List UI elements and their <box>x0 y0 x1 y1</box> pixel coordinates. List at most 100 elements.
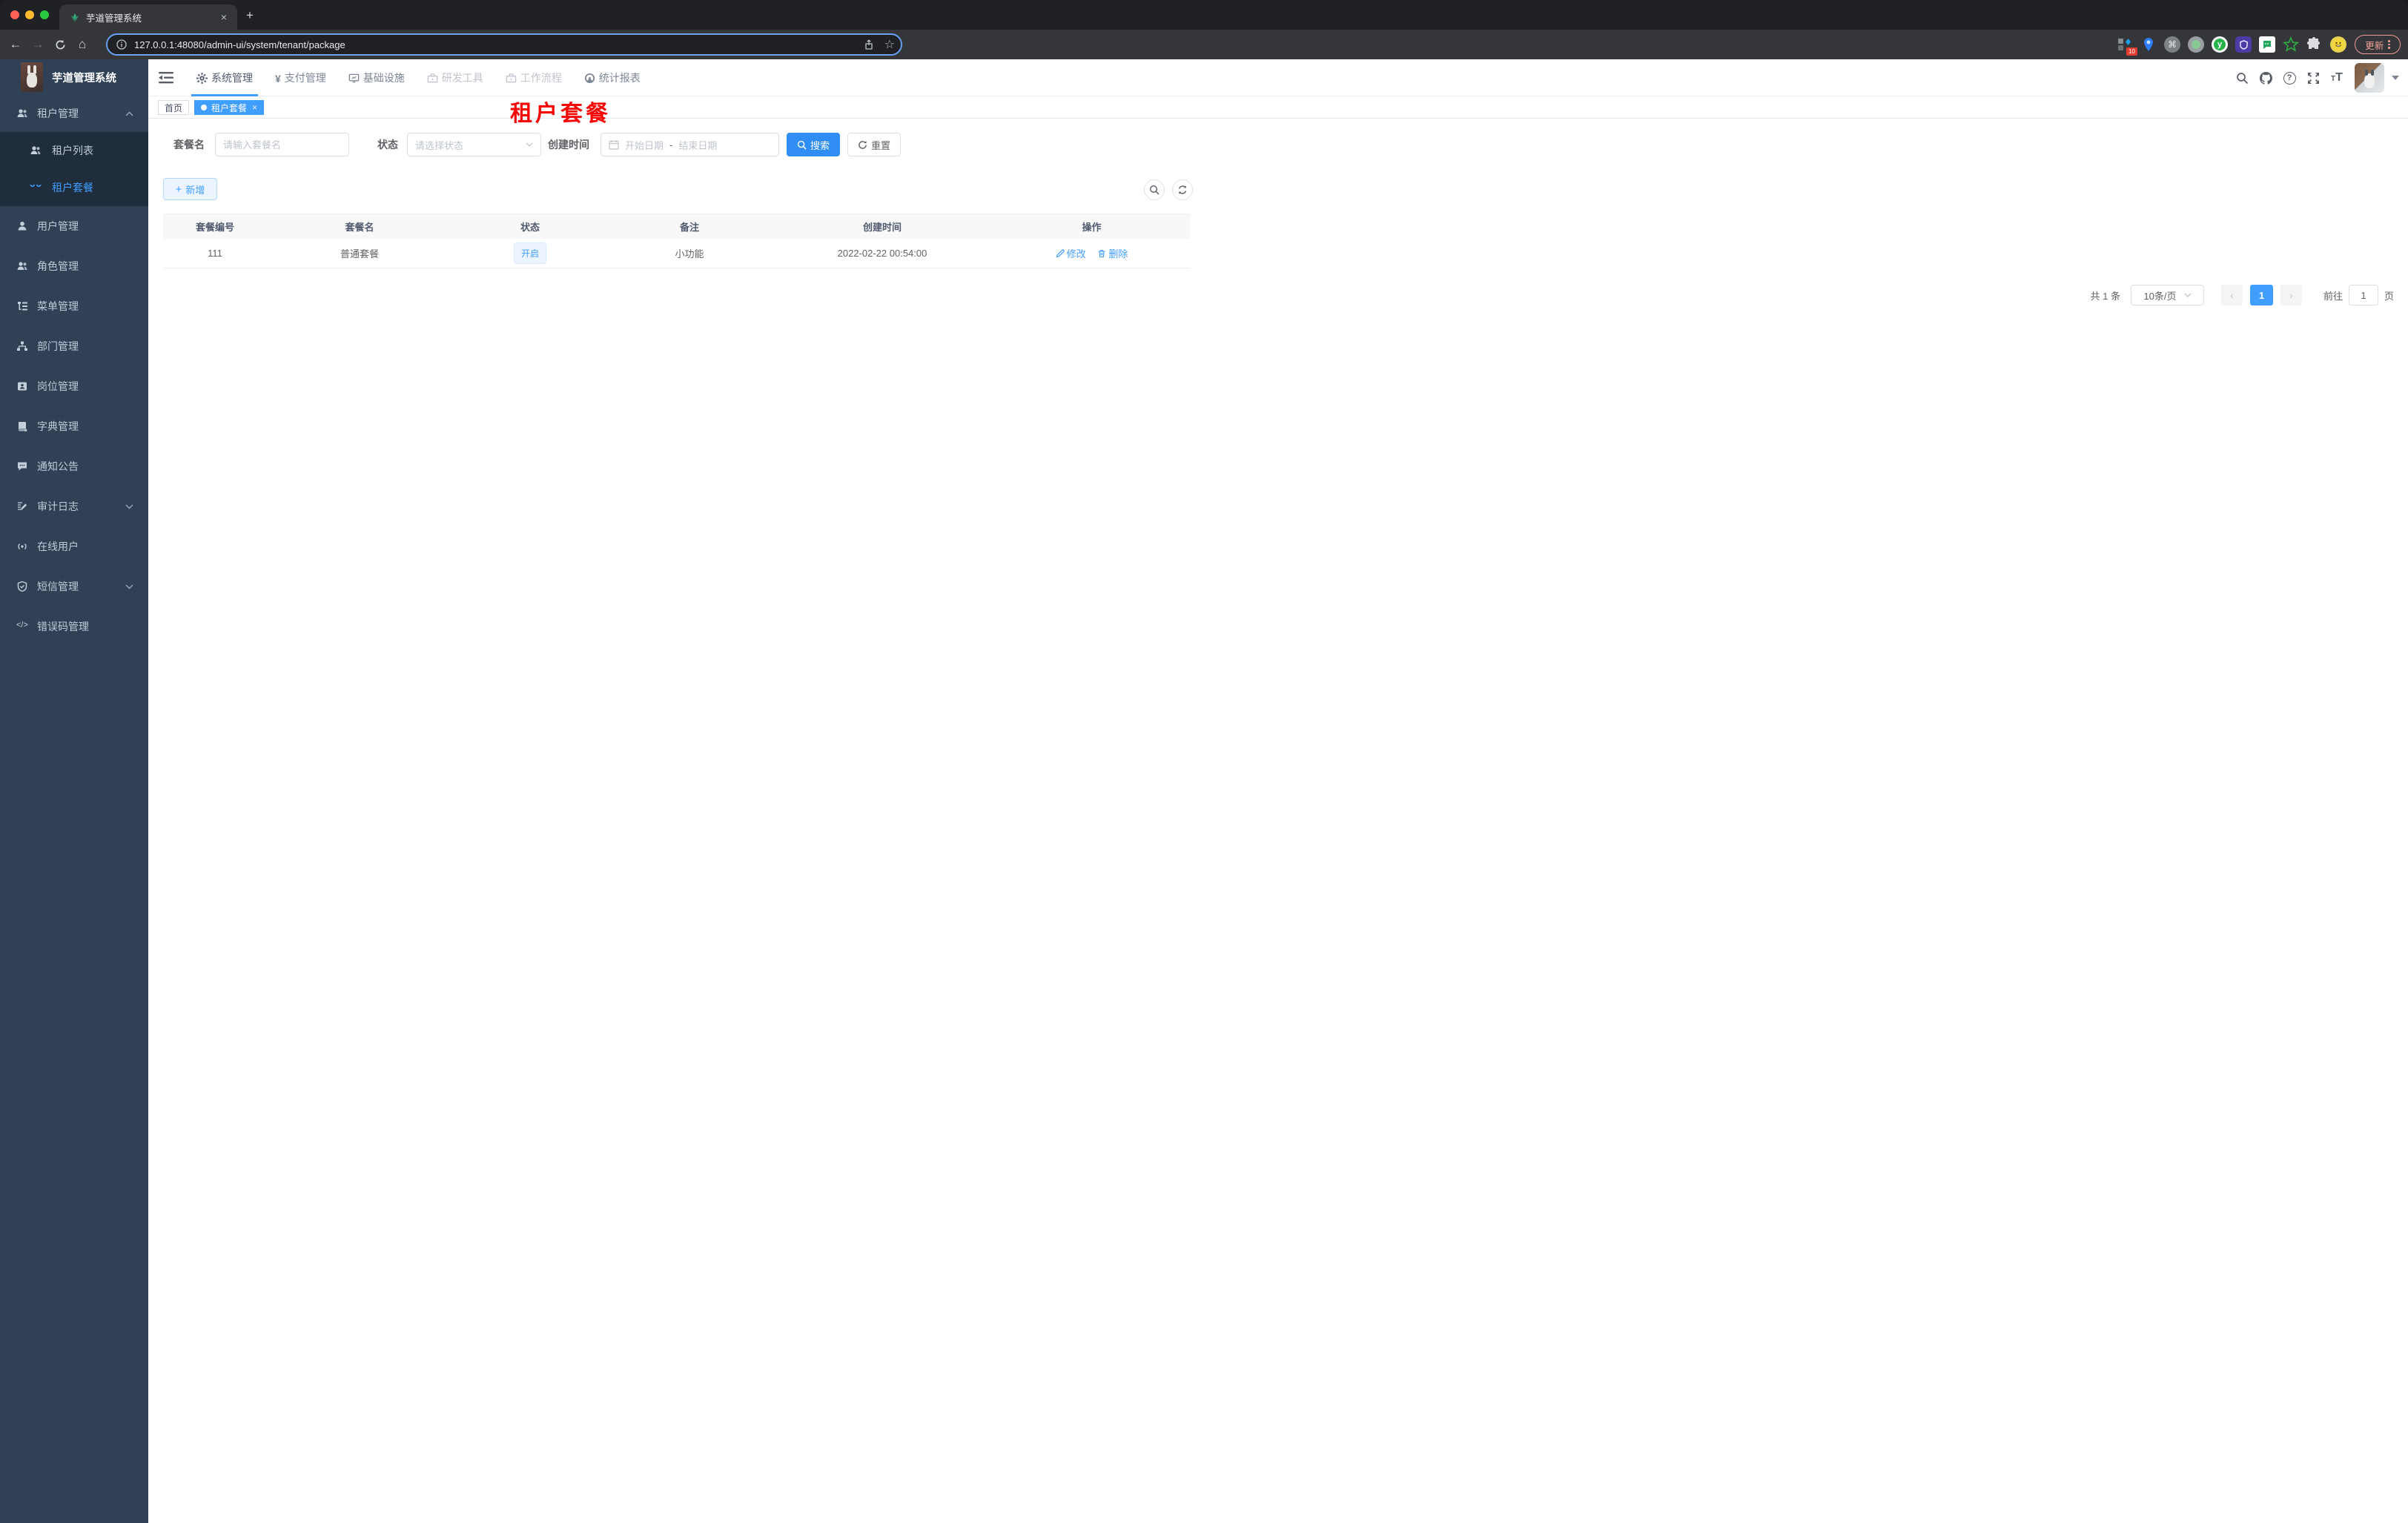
nav-item-report[interactable]: 统计报表 <box>573 59 652 96</box>
font-size-icon[interactable]: TT <box>2325 59 2349 96</box>
sidebar-item-error-code[interactable]: </> 错误码管理 <box>0 607 148 647</box>
date-start-placeholder[interactable]: 开始日期 <box>625 138 664 152</box>
edit-link[interactable]: 修改 <box>1056 246 1086 260</box>
browser-update-button[interactable]: 更新 <box>2355 35 2401 54</box>
search-button[interactable]: 搜索 <box>787 133 840 156</box>
sidebar-logo[interactable]: 芋道管理系统 <box>0 59 148 95</box>
yen-icon: ¥ <box>275 72 281 85</box>
prev-page-button[interactable]: ‹ <box>2220 285 2243 305</box>
minimize-window-button[interactable] <box>25 10 34 19</box>
sidebar-item-sms-management[interactable]: 短信管理 <box>0 566 148 607</box>
logo-rabbit-image <box>21 62 43 92</box>
filter-date-label: 创建时间 <box>548 139 589 151</box>
plus-icon: + <box>175 182 182 196</box>
tag-close-icon[interactable]: × <box>252 102 257 113</box>
col-header-actions: 操作 <box>1082 222 1102 233</box>
sidebar-item-tenant-package[interactable]: 租户套餐 <box>0 169 148 206</box>
sidebar-item-post-management[interactable]: 岗位管理 <box>0 366 148 406</box>
reload-icon[interactable] <box>49 39 71 50</box>
pagination: 共 1 条 10条/页 ‹ 1 › 前往 页 <box>2091 285 2394 305</box>
close-window-button[interactable] <box>10 10 19 19</box>
book-icon <box>16 420 28 432</box>
forward-icon[interactable]: → <box>27 37 49 52</box>
chevron-up-icon <box>125 111 133 116</box>
extension-location-icon[interactable] <box>2140 36 2157 53</box>
share-icon[interactable] <box>864 39 874 50</box>
sidebar-item-online-users[interactable]: 在线用户 <box>0 526 148 566</box>
reset-button[interactable]: 重置 <box>847 133 901 156</box>
bookmark-star-icon[interactable]: ☆ <box>884 37 895 52</box>
page-title: 租户套餐 <box>510 102 611 126</box>
sidebar-item-label: 字典管理 <box>37 420 79 432</box>
nav-label: 基础设施 <box>363 72 405 84</box>
extension-tabs-icon[interactable]: 10 <box>2117 36 2137 56</box>
sidebar-item-dict-management[interactable]: 字典管理 <box>0 406 148 446</box>
date-separator: - <box>669 139 673 151</box>
sidebar-item-tenant-management[interactable]: 租户管理 <box>0 95 148 132</box>
sidebar-item-label: 租户管理 <box>37 108 79 119</box>
next-page-button[interactable]: › <box>2280 285 2302 305</box>
filter-name-label: 套餐名 <box>173 139 205 151</box>
sidebar-item-label: 通知公告 <box>37 460 79 472</box>
nav-item-system[interactable]: 系统管理 <box>185 59 264 96</box>
tab-close-icon[interactable]: × <box>218 11 230 23</box>
help-icon[interactable]: ? <box>2278 59 2301 96</box>
url-text[interactable]: 127.0.0.1:48080/admin-ui/system/tenant/p… <box>134 39 864 50</box>
table-search-toggle-button[interactable] <box>1144 179 1165 200</box>
filter-status-select[interactable]: 请选择状态 <box>407 133 541 156</box>
new-tab-button[interactable]: + <box>246 9 254 22</box>
extension-star-icon[interactable] <box>2283 36 2299 53</box>
table-refresh-button[interactable] <box>1172 179 1193 200</box>
back-icon[interactable]: ← <box>4 37 27 52</box>
extension-emoji-icon[interactable] <box>2330 36 2346 53</box>
sidebar-item-dept-management[interactable]: 部门管理 <box>0 326 148 366</box>
sidebar-item-label: 错误码管理 <box>37 621 89 632</box>
fullscreen-icon[interactable] <box>2301 59 2325 96</box>
filter-name-input[interactable] <box>215 133 349 156</box>
sidebar-item-notice[interactable]: 通知公告 <box>0 446 148 486</box>
goto-page-input[interactable] <box>2348 285 2378 305</box>
users-icon <box>30 145 42 156</box>
chevron-down-icon <box>526 142 533 147</box>
nav-item-workflow[interactable]: 工作流程 <box>494 59 573 96</box>
sidebar-item-menu-management[interactable]: 菜单管理 <box>0 286 148 326</box>
home-icon[interactable]: ⌂ <box>71 37 93 52</box>
sidebar-item-label: 短信管理 <box>37 581 79 592</box>
github-icon[interactable] <box>2254 59 2278 96</box>
extensions-puzzle-icon[interactable] <box>2306 36 2323 53</box>
extension-y-icon[interactable]: y <box>2212 36 2228 53</box>
sidebar-item-tenant-list[interactable]: 租户列表 <box>0 132 148 169</box>
browser-menu-icon[interactable] <box>2388 40 2390 49</box>
extension-chat-icon[interactable] <box>2259 36 2275 53</box>
package-table: 套餐编号 套餐名 状态 备注 创建时间 操作 111 普通套餐 开启 小功能 2… <box>163 214 1190 268</box>
sidebar-item-role-management[interactable]: 角色管理 <box>0 246 148 286</box>
sidebar-fold-icon[interactable] <box>159 71 173 85</box>
add-button[interactable]: + 新增 <box>163 178 217 200</box>
extension-command-icon[interactable]: ⌘ <box>2164 36 2180 53</box>
page-number-1[interactable]: 1 <box>2249 285 2273 305</box>
avatar-dropdown-icon[interactable] <box>2392 76 2399 80</box>
site-info-icon[interactable] <box>116 39 127 50</box>
extension-shield-icon[interactable] <box>2235 36 2252 53</box>
maximize-window-button[interactable] <box>40 10 49 19</box>
date-end-placeholder[interactable]: 结束日期 <box>678 138 717 152</box>
sidebar-item-label: 租户套餐 <box>52 182 93 194</box>
delete-link[interactable]: 删除 <box>1097 246 1128 260</box>
filter-status-label: 状态 <box>377 139 398 151</box>
browser-tab[interactable]: 芋道管理系统 × <box>59 4 237 30</box>
tag-tenant-package[interactable]: 租户套餐 × <box>194 100 265 115</box>
nav-item-pay[interactable]: ¥ 支付管理 <box>264 59 337 96</box>
favicon-plant-icon <box>70 12 80 22</box>
filter-date-range[interactable]: 开始日期 - 结束日期 <box>601 133 779 156</box>
tag-home[interactable]: 首页 <box>158 100 190 115</box>
extension-recorder-icon[interactable] <box>2188 36 2204 53</box>
col-header-status: 状态 <box>520 222 540 233</box>
address-bar[interactable]: 127.0.0.1:48080/admin-ui/system/tenant/p… <box>106 33 902 56</box>
nav-item-dev-tools[interactable]: 研发工具 <box>416 59 494 96</box>
page-size-select[interactable]: 10条/页 <box>2130 285 2204 305</box>
sidebar-item-user-management[interactable]: 用户管理 <box>0 206 148 246</box>
sidebar-item-audit-log[interactable]: 审计日志 <box>0 486 148 526</box>
nav-item-infra[interactable]: 基础设施 <box>337 59 416 96</box>
user-avatar[interactable] <box>2355 63 2384 93</box>
search-icon[interactable] <box>2230 59 2254 96</box>
